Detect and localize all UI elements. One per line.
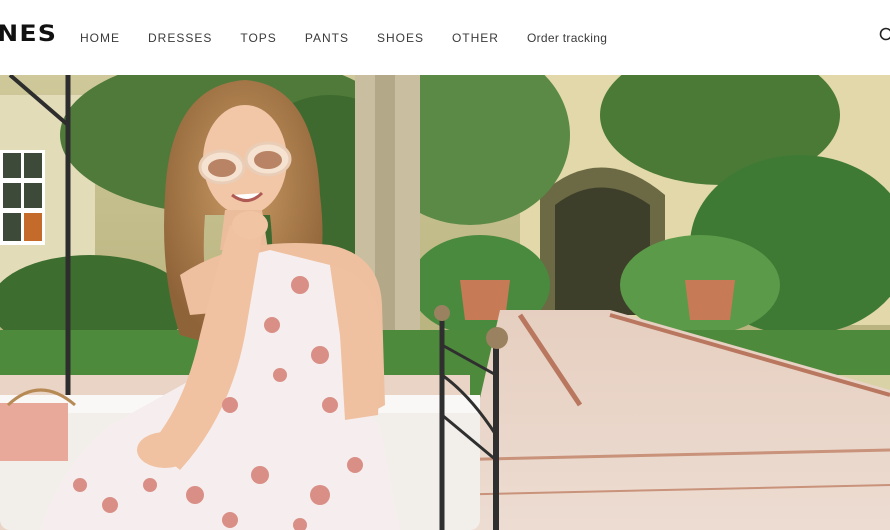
search-icon[interactable]	[879, 27, 890, 45]
nav-home[interactable]: HOME	[80, 31, 120, 45]
nav-pants[interactable]: PANTS	[305, 31, 349, 45]
brand-logo[interactable]: NES	[0, 22, 57, 47]
hero-banner[interactable]	[0, 75, 890, 530]
nav-dresses[interactable]: DRESSES	[148, 31, 212, 45]
hero-image	[0, 75, 890, 530]
main-nav: HOME DRESSES TOPS PANTS SHOES OTHER Orde…	[80, 0, 635, 75]
site-header: NES HOME DRESSES TOPS PANTS SHOES OTHER …	[0, 0, 890, 75]
nav-order-tracking[interactable]: Order tracking	[527, 31, 607, 45]
nav-other[interactable]: OTHER	[452, 31, 499, 45]
nav-shoes[interactable]: SHOES	[377, 31, 424, 45]
nav-tops[interactable]: TOPS	[240, 31, 276, 45]
